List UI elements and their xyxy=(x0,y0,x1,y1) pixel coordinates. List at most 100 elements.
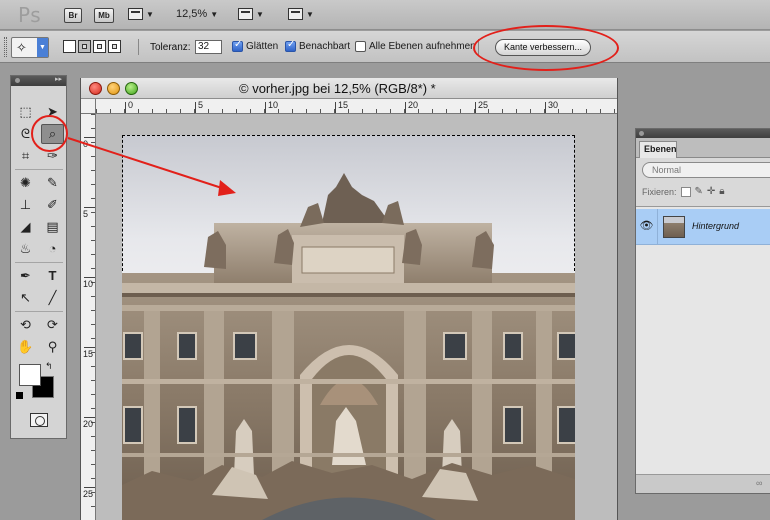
horizontal-ruler[interactable] xyxy=(96,99,617,114)
zoom-tool-icon[interactable]: ⚲ xyxy=(41,337,64,357)
lock-all-icon[interactable]: 🔒︎ xyxy=(719,186,724,197)
eraser-tool-icon[interactable]: ◢ xyxy=(14,217,37,237)
lasso-tool-icon[interactable]: ᘓ xyxy=(14,124,37,144)
document-title: © vorher.jpg bei 12,5% (RGB/8*) * xyxy=(239,81,436,96)
path-selection-tool-icon[interactable]: ↖ xyxy=(14,288,37,308)
ruler-label: 20 xyxy=(83,419,94,429)
ruler-label: 0 xyxy=(128,100,134,110)
blend-mode-select[interactable]: Normal xyxy=(642,162,770,178)
clone-stamp-tool-icon[interactable]: ⊥ xyxy=(14,195,37,215)
dodge-tool-icon[interactable]: ◔ xyxy=(41,239,64,259)
tool-preset-picker[interactable]: ✧ ▼ xyxy=(11,37,49,58)
foreground-color-swatch[interactable] xyxy=(19,364,41,386)
line-tool-icon[interactable]: ╱ xyxy=(41,288,64,308)
chevron-down-icon: ▼ xyxy=(146,9,154,19)
lock-pixels-icon[interactable]: ✎ xyxy=(695,186,703,197)
minibridge-button[interactable]: Mb xyxy=(94,8,114,23)
layers-panel-header[interactable] xyxy=(636,129,770,138)
layer-row-background[interactable]: 👁︎ Hintergrund xyxy=(636,209,770,245)
window-close-icon[interactable] xyxy=(89,82,102,95)
arrange-documents-dropdown[interactable]: ▼ xyxy=(238,8,264,20)
history-brush-tool-icon[interactable]: ✐ xyxy=(41,195,64,215)
tolerance-input[interactable]: 32 xyxy=(195,40,222,54)
ruler-label: 0 xyxy=(83,139,89,149)
spot-healing-tool-icon[interactable]: ✺ xyxy=(14,173,37,193)
hand-tool-icon[interactable]: ✋ xyxy=(14,337,37,357)
pen-tool-icon[interactable]: ✒ xyxy=(14,266,37,286)
zoom-level-dropdown[interactable]: 12,5% ▼ xyxy=(176,8,218,20)
refine-edge-button[interactable]: Kante verbessern... xyxy=(495,39,591,56)
layer-thumbnail xyxy=(663,216,685,238)
sample-all-layers-checkbox[interactable]: Alle Ebenen aufnehmen xyxy=(355,41,476,52)
screen-mode-dropdown[interactable]: ▼ xyxy=(288,8,314,20)
chevron-down-icon: ▼ xyxy=(37,38,48,57)
new-selection-button[interactable] xyxy=(63,40,76,53)
3d-rotate-tool-icon[interactable]: ⟲ xyxy=(14,315,37,335)
toolbox-divider xyxy=(15,262,63,263)
document-window: © vorher.jpg bei 12,5% (RGB/8*) * 0 5 10… xyxy=(80,78,618,520)
toolbox-panel: ▸▸ ⬚ ➤ ᘓ ⌕ ⌗ ✑ ✺ ✎ ⊥ ✐ ◢ ▤ ♨ ◔ ✒ T ↖ ╱ ⟲… xyxy=(10,75,67,439)
window-zoom-icon[interactable] xyxy=(125,82,138,95)
chevron-down-icon: ▼ xyxy=(306,9,314,19)
subtract-from-selection-button[interactable] xyxy=(93,40,106,53)
layer-list: 👁︎ Hintergrund xyxy=(636,206,770,476)
eyedropper-tool-icon[interactable]: ✑ xyxy=(41,146,64,166)
ruler-tick xyxy=(405,102,406,113)
options-bar-grip[interactable] xyxy=(4,37,7,57)
default-colors-icon[interactable] xyxy=(16,392,23,399)
magic-wand-icon: ✧ xyxy=(16,40,27,55)
intersect-selection-button[interactable] xyxy=(108,40,121,53)
contiguous-checkbox-box[interactable] xyxy=(285,39,296,52)
move-tool-icon[interactable]: ➤ xyxy=(41,102,64,122)
vertical-ruler[interactable] xyxy=(81,114,96,520)
gradient-tool-icon[interactable]: ▤ xyxy=(41,217,64,237)
ruler-label: 10 xyxy=(83,279,94,289)
view-extras-dropdown[interactable]: ▼ xyxy=(128,8,154,20)
view-extras-icon xyxy=(128,8,143,20)
fountain-facade-illustration xyxy=(122,173,575,520)
swap-colors-icon[interactable]: ↰ xyxy=(45,361,53,372)
contiguous-label: Benachbart xyxy=(299,41,351,52)
ruler-origin[interactable] xyxy=(81,99,96,114)
ruler-tick xyxy=(84,417,95,418)
eye-icon[interactable]: 👁︎ xyxy=(636,209,658,245)
marquee-tool-icon[interactable]: ⬚ xyxy=(14,102,37,122)
bridge-button[interactable]: Br xyxy=(64,8,82,23)
ruler-label: 20 xyxy=(408,100,419,110)
lock-position-icon[interactable]: ✛ xyxy=(707,186,715,197)
lock-transparency-icon[interactable] xyxy=(680,186,691,197)
brush-tool-icon[interactable]: ✎ xyxy=(41,173,64,193)
type-tool-icon[interactable]: T xyxy=(41,266,64,286)
document-title-bar[interactable]: © vorher.jpg bei 12,5% (RGB/8*) * xyxy=(81,78,617,99)
layers-panel: Ebenen Normal Fixieren: ✎ ✛ 🔒︎ 👁︎ Hinter… xyxy=(635,128,770,494)
selection-mode-group xyxy=(63,40,121,53)
link-icon[interactable]: ∞ xyxy=(756,478,762,488)
sample-all-layers-checkbox-box[interactable] xyxy=(355,41,366,52)
antialias-checkbox-box[interactable] xyxy=(232,39,243,52)
3d-orbit-tool-icon[interactable]: ⟳ xyxy=(41,315,64,335)
ruler-label: 30 xyxy=(548,100,559,110)
ruler-label: 15 xyxy=(83,349,94,359)
window-minimize-icon[interactable] xyxy=(107,82,120,95)
quick-mask-button[interactable] xyxy=(30,413,48,427)
screen-mode-icon xyxy=(288,8,303,20)
antialias-checkbox[interactable]: Glätten xyxy=(232,39,278,52)
crop-tool-icon[interactable]: ⌗ xyxy=(14,146,37,166)
toolbox-header[interactable]: ▸▸ xyxy=(11,76,66,86)
blur-tool-icon[interactable]: ♨ xyxy=(14,239,37,259)
options-divider xyxy=(138,39,139,55)
ruler-tick xyxy=(84,487,95,488)
ruler-tick xyxy=(475,102,476,113)
quick-selection-tool-icon[interactable]: ⌕ xyxy=(41,124,64,144)
close-icon[interactable] xyxy=(15,78,20,83)
close-icon[interactable] xyxy=(639,131,644,136)
tab-layers[interactable]: Ebenen xyxy=(639,141,677,158)
ruler-tick xyxy=(84,207,95,208)
chevron-down-icon: ▼ xyxy=(210,9,219,19)
document-image[interactable] xyxy=(122,135,575,520)
add-to-selection-button[interactable] xyxy=(78,40,91,53)
collapse-icon[interactable]: ▸▸ xyxy=(55,75,62,83)
contiguous-checkbox[interactable]: Benachbart xyxy=(285,39,351,52)
ruler-label: 10 xyxy=(268,100,279,110)
ruler-label: 25 xyxy=(83,489,94,499)
